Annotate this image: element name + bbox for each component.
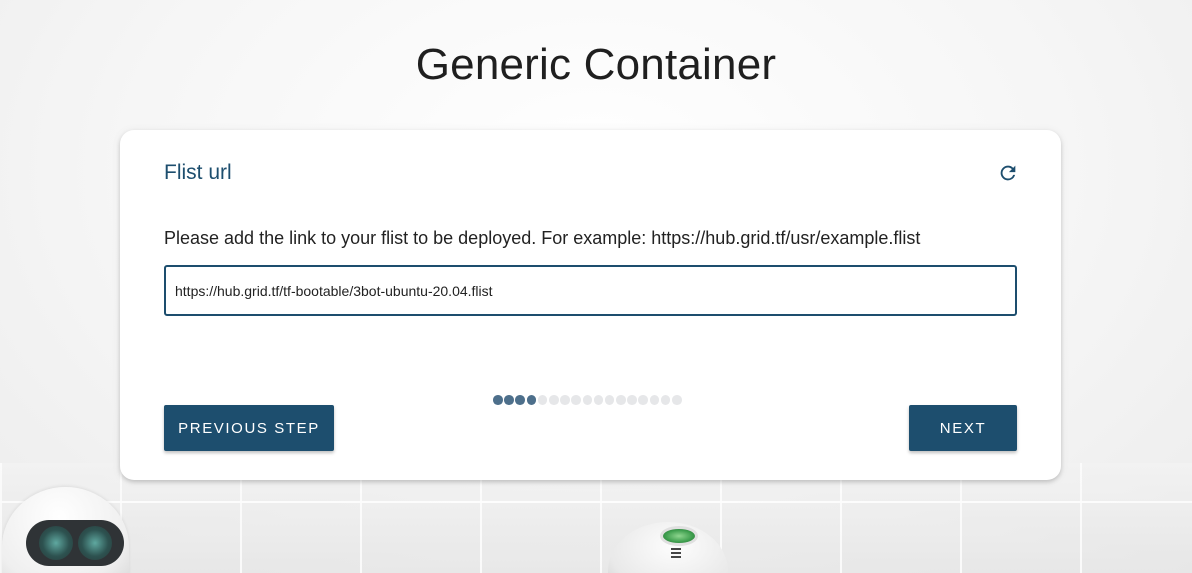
robot-grill xyxy=(671,548,681,560)
progress-dot xyxy=(548,395,559,405)
previous-step-button[interactable]: PREVIOUS STEP xyxy=(164,405,334,451)
refresh-icon[interactable] xyxy=(996,161,1020,185)
robot-eye xyxy=(38,526,73,560)
progress-dot xyxy=(627,395,637,405)
robot-eye xyxy=(77,526,112,560)
progress-dot xyxy=(649,395,660,405)
refresh-icon-graphic xyxy=(1000,165,1016,181)
progress-dot xyxy=(504,395,514,405)
progress-dot xyxy=(638,395,649,405)
progress-dot xyxy=(672,395,682,405)
progress-dot xyxy=(537,395,548,405)
next-button[interactable]: NEXT xyxy=(909,405,1017,451)
progress-dot xyxy=(616,395,626,405)
robot-light xyxy=(660,526,698,546)
progress-dot xyxy=(493,395,503,405)
step-progress-dots xyxy=(493,395,682,405)
page-title: Generic Container xyxy=(415,40,777,89)
progress-dot xyxy=(604,395,615,405)
progress-dot xyxy=(515,395,525,405)
robot-visor xyxy=(26,520,124,566)
step-description: Please add the link to your flist to be … xyxy=(164,228,921,248)
step-card: Flist url Please add the link to your fl… xyxy=(120,130,1061,480)
progress-dot xyxy=(571,395,581,405)
progress-dot xyxy=(660,395,671,405)
progress-dot xyxy=(582,395,593,405)
progress-dot xyxy=(593,395,604,405)
step-title: Flist url xyxy=(164,161,232,184)
flist-url-input[interactable] xyxy=(164,265,1017,316)
progress-dot xyxy=(560,395,570,405)
progress-dot xyxy=(526,395,537,405)
